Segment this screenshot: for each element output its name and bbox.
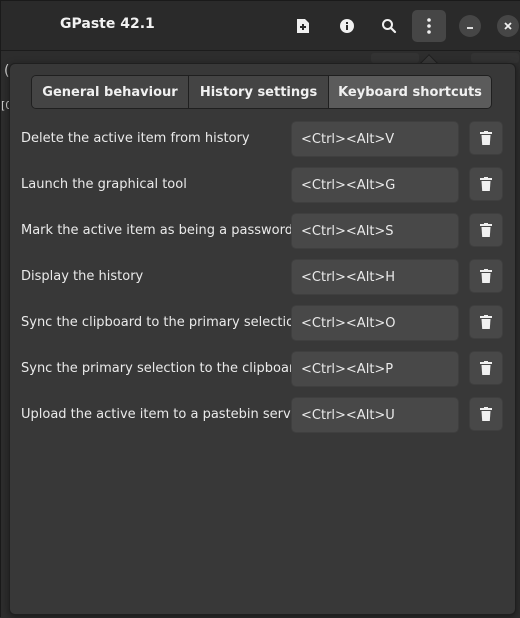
delete-shortcut-button[interactable] <box>469 259 503 293</box>
shortcut-row: Upload the active item to a pastebin ser… <box>21 397 505 433</box>
shortcut-label: Display the history <box>21 269 144 284</box>
tab-label: General behaviour <box>42 84 178 100</box>
trash-icon <box>480 177 492 191</box>
search-button[interactable] <box>372 10 406 42</box>
shortcut-field[interactable]: <Ctrl><Alt>V <box>291 121 459 157</box>
shortcut-field[interactable]: <Ctrl><Alt>S <box>291 213 459 249</box>
shortcut-field[interactable]: <Ctrl><Alt>O <box>291 305 459 341</box>
shortcut-field[interactable]: <Ctrl><Alt>G <box>291 167 459 203</box>
delete-shortcut-button[interactable] <box>469 397 503 431</box>
shortcut-row: Launch the graphical tool <Ctrl><Alt>G <box>21 167 505 203</box>
trash-icon <box>480 361 492 375</box>
trash-icon <box>480 407 492 421</box>
new-item-button[interactable] <box>286 10 320 42</box>
delete-shortcut-button[interactable] <box>469 167 503 201</box>
app-title: GPaste 42.1 <box>60 16 155 32</box>
shortcut-value: <Ctrl><Alt>H <box>301 269 396 285</box>
search-icon <box>382 19 397 34</box>
delete-shortcut-button[interactable] <box>469 121 503 155</box>
delete-shortcut-button[interactable] <box>469 213 503 247</box>
tab-general-behaviour[interactable]: General behaviour <box>32 76 189 108</box>
shortcut-field[interactable]: <Ctrl><Alt>P <box>291 351 459 387</box>
background-item <box>371 53 419 63</box>
shortcut-row: Sync the clipboard to the primary select… <box>21 305 505 341</box>
tab-history-settings[interactable]: History settings <box>189 76 329 108</box>
delete-shortcut-button[interactable] <box>469 351 503 385</box>
shortcut-row: Delete the active item from history <Ctr… <box>21 121 505 157</box>
main-menu-button[interactable] <box>412 10 446 42</box>
shortcut-value: <Ctrl><Alt>V <box>301 131 395 147</box>
trash-icon <box>480 131 492 145</box>
shortcut-label: Mark the active item as being a password <box>21 223 293 238</box>
close-button[interactable] <box>497 15 519 37</box>
delete-shortcut-button[interactable] <box>469 305 503 339</box>
trash-icon <box>480 315 492 329</box>
app-window: GPaste 42.1 ([0 General behaviour Histo… <box>0 0 520 618</box>
shortcut-field[interactable]: <Ctrl><Alt>H <box>291 259 459 295</box>
shortcut-value: <Ctrl><Alt>G <box>301 177 396 193</box>
shortcut-value: <Ctrl><Alt>P <box>301 361 394 377</box>
shortcut-label: Sync the clipboard to the primary select… <box>21 315 303 330</box>
tab-label: History settings <box>199 84 318 100</box>
shortcut-row: Display the history <Ctrl><Alt>H <box>21 259 505 295</box>
shortcut-field[interactable]: <Ctrl><Alt>U <box>291 397 459 433</box>
header-bar: GPaste 42.1 <box>1 1 520 51</box>
tab-keyboard-shortcuts[interactable]: Keyboard shortcuts <box>329 76 491 108</box>
minimize-button[interactable] <box>459 15 481 37</box>
minimize-icon <box>467 27 473 29</box>
trash-icon <box>480 223 492 237</box>
shortcut-value: <Ctrl><Alt>S <box>301 223 394 239</box>
shortcut-label: Launch the graphical tool <box>21 177 187 192</box>
settings-tabs: General behaviour History settings Keybo… <box>31 75 492 109</box>
shortcut-value: <Ctrl><Alt>O <box>301 315 396 331</box>
tab-label: Keyboard shortcuts <box>338 84 482 100</box>
menu-icon <box>427 18 431 34</box>
info-button[interactable] <box>330 10 364 42</box>
shortcut-value: <Ctrl><Alt>U <box>301 407 395 423</box>
shortcut-label: Sync the primary selection to the clipbo… <box>21 361 303 376</box>
close-icon <box>504 22 512 30</box>
info-icon <box>340 19 354 33</box>
trash-icon <box>480 269 492 283</box>
shortcut-label: Delete the active item from history <box>21 131 250 146</box>
shortcut-label: Upload the active item to a pastebin ser… <box>21 407 310 422</box>
new-item-icon <box>297 19 309 33</box>
shortcut-row: Mark the active item as being a password… <box>21 213 505 249</box>
shortcut-row: Sync the primary selection to the clipbo… <box>21 351 505 387</box>
background-item <box>471 53 519 63</box>
